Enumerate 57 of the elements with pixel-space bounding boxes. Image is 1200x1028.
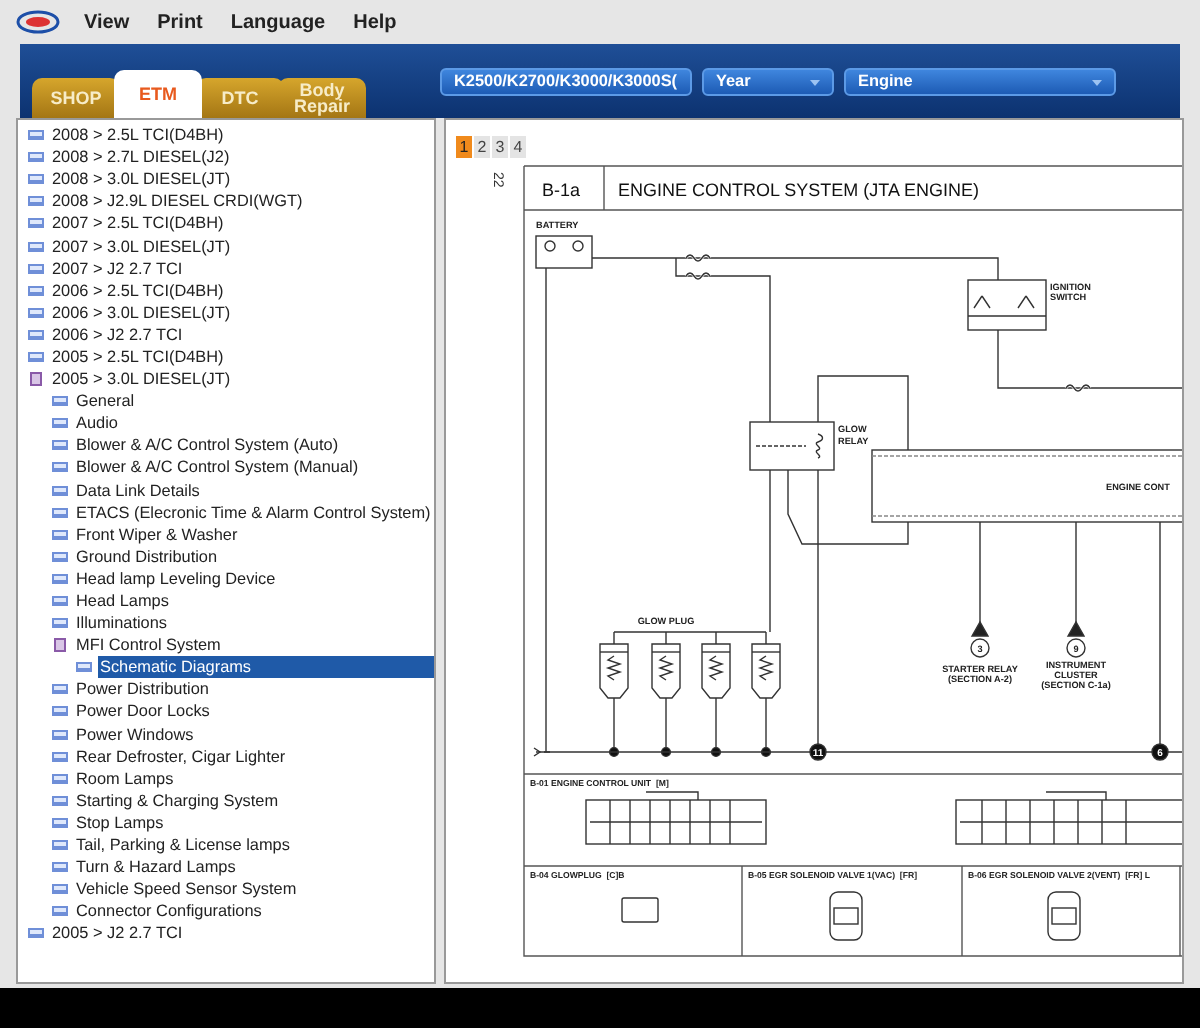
tree-item[interactable]: Ground Distribution: [74, 545, 220, 568]
tree-item[interactable]: Power Distribution: [74, 678, 211, 701]
tree-item[interactable]: Data Link Details: [74, 479, 202, 502]
tree-item[interactable]: Stop Lamps: [74, 811, 166, 834]
tree-item[interactable]: 2006 > 2.5L TCI(D4BH): [50, 279, 226, 302]
tree-item[interactable]: 2005 > J2 2.7 TCI: [50, 922, 185, 945]
page-button[interactable]: 3: [492, 136, 508, 158]
page-button[interactable]: 1: [456, 136, 472, 158]
tree-item[interactable]: 2006 > 3.0L DIESEL(JT): [50, 301, 233, 324]
tree-item[interactable]: Head Lamps: [74, 590, 171, 613]
dropdown-value: Engine: [858, 69, 913, 94]
logo-icon: [16, 10, 60, 34]
dropdown-value: Year: [716, 69, 751, 94]
tree-item[interactable]: Blower & A/C Control System (Auto): [74, 434, 341, 457]
tree-item[interactable]: Front Wiper & Washer: [74, 523, 240, 546]
tree-item[interactable]: ETACS (Elecronic Time & Alarm Control System): [74, 501, 433, 524]
diagram-title: ENGINE CONTROL SYSTEM (JTA ENGINE): [618, 180, 980, 200]
tree-item[interactable]: Head lamp Leveling Device: [74, 567, 278, 590]
tree-item[interactable]: 2005 > 2.5L TCI(D4BH): [50, 345, 226, 368]
tree-item[interactable]: Blower & A/C Control System (Manual): [74, 456, 361, 479]
tree-item[interactable]: Illuminations: [74, 612, 170, 635]
tree-item[interactable]: Rear Defroster, Cigar Lighter: [74, 745, 288, 768]
tree-item[interactable]: 2008 > 2.7L DIESEL(J2): [50, 146, 232, 169]
dropdown[interactable]: K2500/K2700/K3000/K3000S(: [440, 68, 692, 96]
tree-item[interactable]: Power Door Locks: [74, 700, 212, 723]
page-button[interactable]: 2: [474, 136, 490, 158]
tab[interactable]: ETM: [114, 70, 202, 118]
tree-item[interactable]: 2007 > 3.0L DIESEL(JT): [50, 235, 233, 258]
tree-item[interactable]: Connector Configurations: [74, 900, 264, 923]
tree-item[interactable]: Vehicle Speed Sensor System: [74, 878, 299, 901]
tree-item[interactable]: 2006 > J2 2.7 TCI: [50, 323, 185, 346]
menu-item[interactable]: View: [84, 7, 130, 37]
caret-icon: [1092, 79, 1102, 85]
tree-item[interactable]: Turn & Hazard Lamps: [74, 856, 238, 879]
tree-item[interactable]: Audio: [74, 412, 120, 435]
caret-icon: [810, 79, 820, 85]
dropdown[interactable]: Engine: [844, 68, 1116, 96]
menu-item[interactable]: Help: [353, 7, 397, 37]
tree-item[interactable]: Starting & Charging System: [74, 789, 281, 812]
tree-item[interactable]: 2007 > J2 2.7 TCI: [50, 257, 185, 280]
tree-item[interactable]: 2007 > 2.5L TCI(D4BH): [50, 212, 226, 235]
tree-item[interactable]: MFI Control System: [74, 634, 223, 657]
tree-item[interactable]: Schematic Diagrams: [98, 656, 434, 679]
tree-item[interactable]: General: [74, 390, 137, 413]
tree-item[interactable]: 2005 > 3.0L DIESEL(JT): [50, 368, 233, 391]
dropdown[interactable]: Year: [702, 68, 834, 96]
section-code: B-1a: [542, 180, 581, 200]
page-button[interactable]: 4: [510, 136, 526, 158]
dropdown-value: K2500/K2700/K3000/K3000S(: [454, 69, 678, 94]
menu-item[interactable]: Print: [157, 7, 203, 37]
tree-item[interactable]: Power Windows: [74, 723, 196, 746]
tree-item[interactable]: Room Lamps: [74, 767, 176, 790]
menu-item[interactable]: Language: [230, 7, 326, 37]
tree-item[interactable]: 2008 > 2.5L TCI(D4BH): [50, 124, 226, 147]
tree-item[interactable]: 2008 > 3.0L DIESEL(JT): [50, 168, 233, 191]
tree-item[interactable]: 2008 > J2.9L DIESEL CRDI(WGT): [50, 190, 305, 213]
tree-item[interactable]: Tail, Parking & License lamps: [74, 834, 292, 857]
